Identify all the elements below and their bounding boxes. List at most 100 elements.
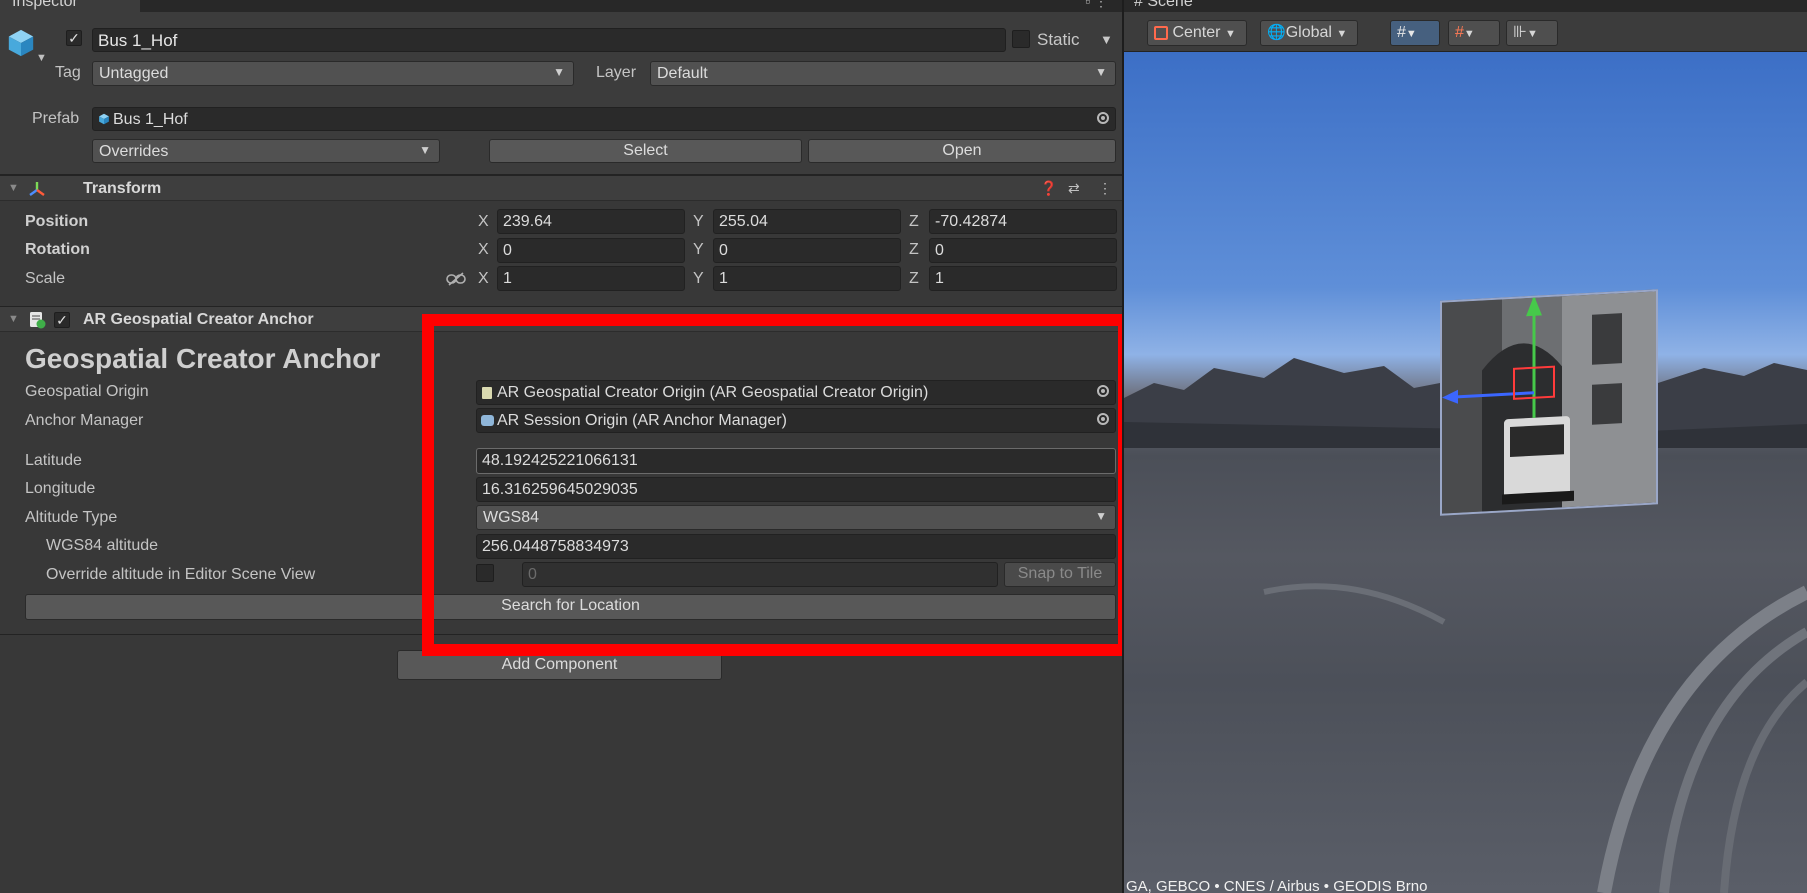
- rotation-x-label[interactable]: X: [478, 241, 489, 259]
- add-component-label: Add Component: [501, 656, 618, 673]
- static-dropdown-arrow-icon[interactable]: ▼: [1100, 32, 1113, 47]
- prefab-cube-icon: [99, 113, 109, 125]
- prefab-field[interactable]: Bus 1_Hof: [92, 107, 1116, 131]
- scene-panel: # Scene Center ▼ 🌐Global ▼ #▼ #▼ ⊪▼ GA, …: [1124, 0, 1807, 893]
- active-checkbox[interactable]: ✓: [66, 30, 82, 46]
- rotation-y-value: 0: [719, 242, 728, 259]
- gameobject-name-text: Bus 1_Hof: [98, 31, 178, 50]
- open-label: Open: [942, 142, 982, 159]
- wgs84-altitude-label: WGS84 altitude: [46, 537, 159, 554]
- inspector-tab-menu-icon[interactable]: ▫ ⋮: [1085, 0, 1108, 10]
- bus-photo-anchor[interactable]: [1440, 289, 1658, 516]
- icon-dropdown-arrow-icon[interactable]: ▼: [36, 52, 47, 64]
- scale-y-label[interactable]: Y: [693, 270, 704, 288]
- static-label: Static: [1037, 30, 1080, 49]
- scale-x-value: 1: [503, 270, 512, 287]
- gameobject-name-input[interactable]: Bus 1_Hof: [92, 28, 1006, 52]
- scene-toolbar: Center ▼ 🌐Global ▼ #▼ #▼ ⊪▼: [1124, 12, 1807, 52]
- position-label: Position: [25, 213, 89, 230]
- position-z-input[interactable]: -70.42874: [929, 209, 1117, 234]
- increment-snap-button[interactable]: ⊪▼: [1506, 20, 1558, 46]
- object-picker-icon[interactable]: [1097, 112, 1109, 124]
- position-z-label[interactable]: Z: [909, 213, 919, 231]
- rotation-y-label[interactable]: Y: [693, 241, 704, 259]
- space-global-dropdown[interactable]: 🌐Global ▼: [1260, 20, 1358, 46]
- pivot-label: Center: [1172, 24, 1221, 41]
- overrides-dropdown[interactable]: Overrides ▼: [92, 139, 440, 163]
- snap-increment-button[interactable]: #▼: [1448, 20, 1500, 46]
- help-icon[interactable]: ❓: [1040, 180, 1057, 197]
- transform-header[interactable]: ▼ Transform ❓ ⇄ ⋮: [0, 175, 1122, 201]
- scale-y-input[interactable]: 1: [713, 266, 901, 291]
- layer-dropdown[interactable]: Default ▼: [650, 61, 1116, 86]
- ruler-icon: ⊪: [1513, 24, 1527, 41]
- grid-icon: #: [1397, 24, 1406, 41]
- position-x-input[interactable]: 239.64: [497, 209, 685, 234]
- bus-photo-image: [1442, 291, 1656, 514]
- chevron-down-icon: ▼: [1405, 28, 1417, 40]
- anchor-enabled-checkbox[interactable]: ✓: [54, 312, 70, 328]
- rotation-z-value: 0: [935, 242, 944, 259]
- position-y-input[interactable]: 255.04: [713, 209, 901, 234]
- chevron-down-icon: ▼: [553, 65, 565, 79]
- static-checkbox[interactable]: [1012, 30, 1030, 48]
- scale-y-value: 1: [719, 270, 728, 287]
- scale-z-input[interactable]: 1: [929, 266, 1117, 291]
- rotation-x-input[interactable]: 0: [497, 238, 685, 263]
- constrain-proportions-icon[interactable]: [446, 272, 466, 286]
- foldout-arrow-icon[interactable]: ▼: [8, 182, 19, 194]
- tag-value: Untagged: [99, 65, 169, 82]
- rotation-z-input[interactable]: 0: [929, 238, 1117, 263]
- scene-viewport[interactable]: [1124, 52, 1807, 893]
- scene-tab-label[interactable]: # Scene: [1134, 0, 1193, 11]
- chevron-down-icon: ▼: [1224, 28, 1236, 40]
- scale-z-value: 1: [935, 270, 944, 287]
- position-x-value: 239.64: [503, 213, 552, 230]
- grid-toggle-button[interactable]: #▼: [1390, 20, 1440, 46]
- scale-label: Scale: [25, 270, 66, 287]
- prefab-cube-icon[interactable]: [6, 28, 36, 58]
- chevron-down-icon: ▼: [1336, 28, 1348, 40]
- prefab-label: Prefab: [32, 110, 80, 127]
- anchor-component-title: AR Geospatial Creator Anchor: [83, 311, 314, 328]
- component-menu-icon[interactable]: ⋮: [1098, 180, 1112, 197]
- longitude-label: Longitude: [25, 480, 96, 497]
- inspector-tab-bar: [0, 0, 1122, 12]
- open-prefab-button[interactable]: Open: [808, 139, 1116, 163]
- snap-grid-icon: #: [1455, 24, 1464, 41]
- gameobject-header: ▼ ✓ Bus 1_Hof Static ▼ Tag Untagged ▼ La…: [0, 12, 1122, 175]
- chevron-down-icon: ▼: [1463, 28, 1475, 40]
- presets-icon[interactable]: ⇄: [1068, 180, 1080, 197]
- scale-z-label[interactable]: Z: [909, 270, 919, 288]
- rotation-x-value: 0: [503, 242, 512, 259]
- tag-dropdown[interactable]: Untagged ▼: [92, 61, 574, 86]
- select-prefab-button[interactable]: Select: [489, 139, 802, 163]
- rotation-y-input[interactable]: 0: [713, 238, 901, 263]
- rotation-z-label[interactable]: Z: [909, 241, 919, 259]
- override-altitude-label: Override altitude in Editor Scene View: [46, 566, 316, 583]
- latitude-label: Latitude: [25, 452, 82, 469]
- highlight-box: [422, 314, 1122, 656]
- inspector-tab-label: Inspector: [12, 0, 78, 10]
- tag-label: Tag: [55, 64, 81, 81]
- scale-x-label[interactable]: X: [478, 270, 489, 288]
- altitude-type-label: Altitude Type: [25, 509, 118, 526]
- pivot-center-dropdown[interactable]: Center ▼: [1147, 20, 1247, 46]
- layer-value: Default: [657, 65, 708, 82]
- scale-x-input[interactable]: 1: [497, 266, 685, 291]
- layer-label: Layer: [596, 64, 637, 81]
- space-label: Global: [1285, 24, 1332, 41]
- position-x-label[interactable]: X: [478, 213, 489, 231]
- position-z-value: -70.42874: [935, 213, 1008, 230]
- position-y-label[interactable]: Y: [693, 213, 704, 231]
- inspector-tab[interactable]: Inspector: [0, 0, 140, 12]
- inspector-panel: Inspector ▫ ⋮ ▼ ✓ Bus 1_Hof Static ▼ Tag…: [0, 0, 1122, 893]
- chevron-down-icon: ▼: [419, 143, 431, 157]
- foldout-arrow-icon[interactable]: ▼: [8, 313, 19, 325]
- overrides-label: Overrides: [99, 143, 169, 160]
- road-surface: [1263, 583, 1807, 893]
- pivot-icon: [1154, 26, 1168, 40]
- globe-icon: 🌐: [1267, 24, 1286, 41]
- map-attribution: GA, GEBCO • CNES / Airbus • GEODIS Brno: [1126, 878, 1428, 893]
- rotation-label: Rotation: [25, 241, 90, 258]
